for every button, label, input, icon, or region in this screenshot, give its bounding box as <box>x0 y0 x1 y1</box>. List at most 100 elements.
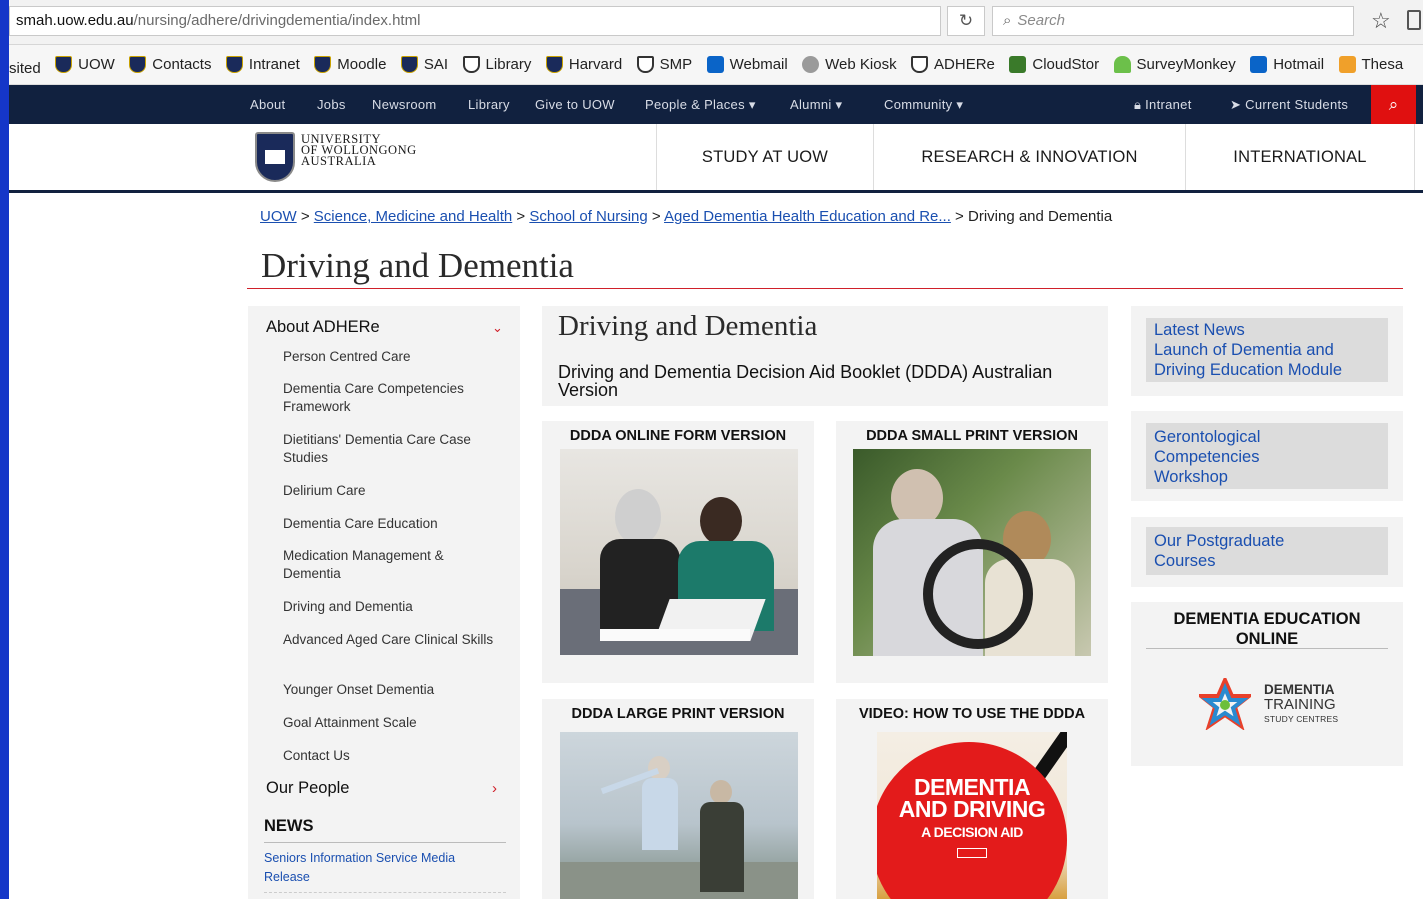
video-thumbnail[interactable]: DEMENTIA AND DRIVING A DECISION AID <box>877 732 1067 899</box>
nav-research[interactable]: RESEARCH & INNOVATION <box>873 124 1185 190</box>
nav-give[interactable]: Give to UOW <box>535 85 615 124</box>
card-divider <box>1146 648 1388 649</box>
sidebar-item[interactable]: Dietitians' Dementia Care Case Studies <box>283 431 503 467</box>
bookmark-intranet[interactable]: Intranet <box>225 45 300 84</box>
sidebar-section-people[interactable]: Our People <box>266 779 349 798</box>
chevron-right-icon[interactable]: › <box>492 780 497 797</box>
bookmark-uow[interactable]: UOW <box>55 45 115 84</box>
sidebar-item[interactable]: Contact Us <box>283 747 503 765</box>
browser-toolbar: smah.uow.edu.au/nursing/adhere/drivingde… <box>9 0 1423 45</box>
shield-outline-icon <box>636 56 654 73</box>
uow-crest-icon <box>255 132 295 182</box>
sidebar-item[interactable]: Dementia Care Education <box>283 515 503 533</box>
postgrad-card: Our Postgraduate Courses <box>1131 517 1403 587</box>
crumb-uow[interactable]: UOW <box>260 208 297 225</box>
site-search-button[interactable]: ⌕ <box>1371 85 1416 124</box>
nav-newsroom[interactable]: Newsroom <box>372 85 437 124</box>
sidebar-item[interactable]: Delirium Care <box>283 482 503 500</box>
bookmark-web-kiosk[interactable]: Web Kiosk <box>802 45 897 84</box>
nav-study[interactable]: STUDY AT UOW <box>656 124 873 190</box>
latest-news-link[interactable]: Launch of Dementia and Driving Education… <box>1154 340 1380 380</box>
chevron-down-icon[interactable]: ⌄ <box>492 320 503 336</box>
nav-alumni[interactable]: Alumni ▾ <box>790 85 842 124</box>
dementia-education-card[interactable]: DEMENTIA EDUCATION ONLINE DEMENTIA TRAIN… <box>1131 602 1403 766</box>
bookmark-cloudstor[interactable]: CloudStor <box>1009 45 1099 84</box>
tile-large-print[interactable]: DDDA LARGE PRINT VERSION <box>542 699 814 899</box>
search-icon: ⌕ <box>1388 95 1399 114</box>
rss-icon <box>1338 56 1356 73</box>
browser-window: smah.uow.edu.au/nursing/adhere/drivingde… <box>9 0 1423 899</box>
reload-icon[interactable]: ↻ <box>947 6 985 36</box>
sidebar-section-about[interactable]: About ADHERe <box>266 318 380 337</box>
caret-down-icon: ▾ <box>956 97 964 112</box>
sidebar-item[interactable]: Person Centred Care <box>283 348 503 366</box>
sidebar-item[interactable]: Medication Management & Dementia <box>283 547 503 583</box>
bookmark-hotmail[interactable]: Hotmail <box>1250 45 1324 84</box>
nav-intranet[interactable]: 🔒︎ Intranet <box>1134 85 1192 124</box>
tile-online-form[interactable]: DDDA ONLINE FORM VERSION <box>542 421 814 683</box>
postgrad-box[interactable]: Our Postgraduate Courses <box>1146 527 1388 575</box>
bookmark-smp[interactable]: SMP <box>636 45 692 84</box>
dtsc-wordmark: DEMENTIA TRAINING STUDY CENTRES <box>1264 682 1339 724</box>
dementia-education-title: DEMENTIA EDUCATION ONLINE <box>1173 610 1361 648</box>
nav-community[interactable]: Community ▾ <box>884 85 963 124</box>
news-heading: NEWS <box>264 817 314 835</box>
main-title: Driving and Dementia <box>558 310 818 342</box>
sidebar-item[interactable]: Goal Attainment Scale <box>283 714 503 732</box>
pin-icon: ➤ <box>1230 97 1242 112</box>
bookmark-thesa[interactable]: Thesa <box>1338 45 1403 84</box>
library-icon[interactable] <box>1407 10 1421 30</box>
latest-news-card: Latest News Launch of Dementia and Drivi… <box>1131 306 1403 396</box>
sidebar-item[interactable]: Advanced Aged Care Clinical Skills <box>283 631 503 649</box>
latest-news-label[interactable]: Latest News <box>1154 320 1245 340</box>
bookmark-harvard[interactable]: Harvard <box>545 45 622 84</box>
sidebar-item[interactable]: Dementia Care Competencies Framework <box>283 380 503 416</box>
nav-about[interactable]: About <box>250 85 285 124</box>
bookmark-library[interactable]: Library <box>462 45 531 84</box>
crumb-nursing[interactable]: School of Nursing <box>529 208 647 225</box>
bookmark-surveymonkey[interactable]: SurveyMonkey <box>1113 45 1236 84</box>
globe-icon <box>802 56 820 73</box>
lock-icon: 🔒︎ <box>1134 97 1142 112</box>
breadcrumb: UOW > Science, Medicine and Health > Sch… <box>260 208 1113 225</box>
tile-video[interactable]: VIDEO: HOW TO USE THE DDDA DEMENTIA AND … <box>836 699 1108 899</box>
nav-people-places[interactable]: People & Places ▾ <box>645 85 756 124</box>
bookmark-sai[interactable]: SAI <box>400 45 448 84</box>
bookmark-moodle[interactable]: Moodle <box>314 45 386 84</box>
dtsc-star-icon <box>1195 675 1255 731</box>
tile-small-print[interactable]: DDDA SMALL PRINT VERSION <box>836 421 1108 683</box>
nav-library[interactable]: Library <box>468 85 510 124</box>
uow-shield-icon <box>129 56 147 73</box>
address-bar[interactable]: smah.uow.edu.au/nursing/adhere/drivingde… <box>9 6 941 36</box>
search-icon: ⌕ <box>1003 12 1012 29</box>
couple-walking-photo <box>560 732 798 899</box>
sidebar: About ADHERe ⌄ Person Centred Care Demen… <box>248 306 520 899</box>
latest-news-box[interactable]: Latest News Launch of Dementia and Drivi… <box>1146 318 1388 382</box>
nav-current-students[interactable]: ➤ Current Students <box>1230 85 1348 124</box>
surveymonkey-icon <box>1113 56 1131 73</box>
bookmark-sited[interactable]: sited <box>9 49 41 84</box>
uow-shield-icon <box>55 56 73 73</box>
search-input[interactable]: ⌕ Search <box>992 6 1354 36</box>
postgrad-link[interactable]: Our Postgraduate Courses <box>1154 531 1334 571</box>
nav-international[interactable]: INTERNATIONAL <box>1185 124 1415 190</box>
bookmark-webmail[interactable]: Webmail <box>706 45 788 84</box>
crumb-smah[interactable]: Science, Medicine and Health <box>314 208 512 225</box>
gerontological-link[interactable]: Gerontological Competencies Workshop <box>1154 427 1294 487</box>
uow-shield-icon <box>314 56 332 73</box>
crumb-current: Driving and Dementia <box>968 208 1113 225</box>
crumb-adhere[interactable]: Aged Dementia Health Education and Re... <box>664 208 951 225</box>
grandfather-bike-photo <box>853 449 1091 656</box>
nav-jobs[interactable]: Jobs <box>317 85 346 124</box>
sidebar-item[interactable]: Younger Onset Dementia <box>283 681 503 699</box>
gerontological-box[interactable]: Gerontological Competencies Workshop <box>1146 423 1388 489</box>
outlook-icon <box>706 56 724 73</box>
sidebar-item-current[interactable]: Driving and Dementia <box>283 598 503 616</box>
bookmark-adhere[interactable]: ADHERe <box>911 45 995 84</box>
page-title: Driving and Dementia <box>261 246 574 285</box>
outlook-icon <box>1250 56 1268 73</box>
bookmark-contacts[interactable]: Contacts <box>129 45 211 84</box>
news-link[interactable]: Seniors Information Service Media Releas… <box>264 849 494 887</box>
shield-outline-icon <box>462 56 480 73</box>
bookmark-star-icon[interactable]: ☆ <box>1371 8 1391 34</box>
